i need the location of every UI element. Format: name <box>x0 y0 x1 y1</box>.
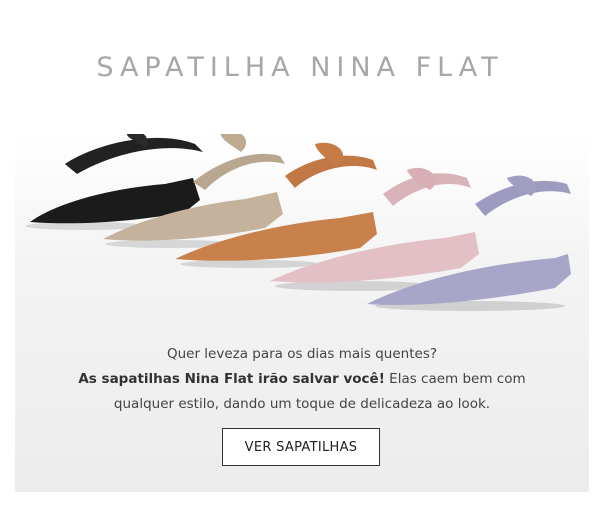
hero-banner: Quer leveza para os dias mais quentes? A… <box>15 134 589 492</box>
ver-sapatilhas-button[interactable]: VER SAPATILHAS <box>222 428 380 466</box>
promo-text: Quer leveza para os dias mais quentes? A… <box>15 342 589 417</box>
shoes-product-image[interactable] <box>15 134 589 334</box>
shoe-black <box>30 134 203 224</box>
promo-line-2-rest: Elas caem bem com <box>384 371 526 387</box>
promo-line-3: qualquer estilo, dando um toque de delic… <box>113 396 491 412</box>
page-title: SAPATILHA NINA FLAT <box>96 52 504 83</box>
promo-line-1: Quer leveza para os dias mais quentes? <box>166 346 438 362</box>
shoe-shadow-3 <box>180 260 320 268</box>
promo-line-2-bold: As sapatilhas Nina Flat irão salvar você… <box>78 371 385 387</box>
promo-line-2: As sapatilhas Nina Flat irão salvar você… <box>15 367 589 392</box>
